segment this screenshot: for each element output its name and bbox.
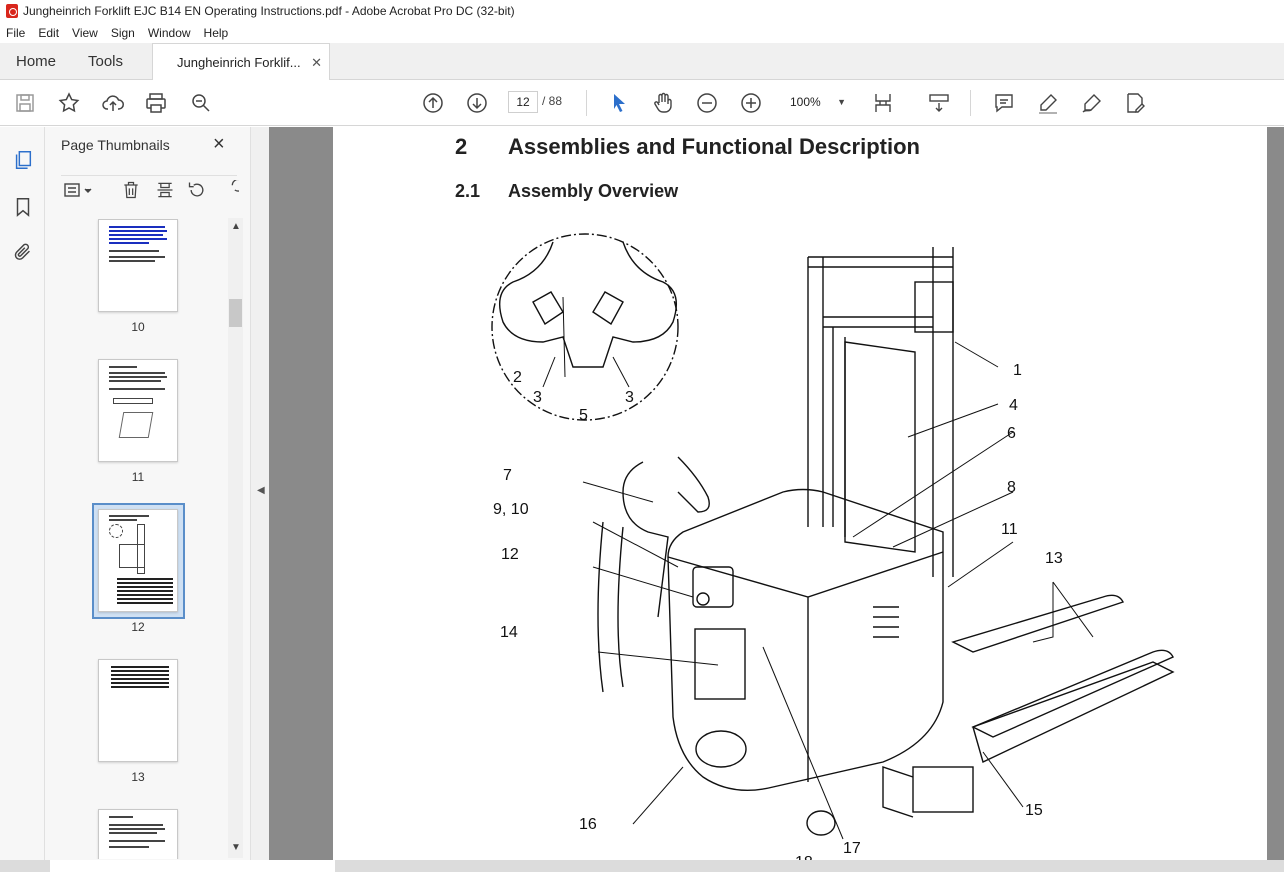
- collapse-left-icon: ◀: [257, 485, 265, 496]
- thumbnail-label: 11: [131, 470, 145, 484]
- callout-label: 16: [579, 816, 597, 833]
- bookmark-star-icon[interactable]: [56, 90, 82, 116]
- zoom-in-icon[interactable]: [738, 90, 764, 116]
- menu-bar: File Edit View Sign Window Help: [0, 22, 1284, 43]
- pdf-page: 2 Assemblies and Functional Description …: [333, 127, 1267, 860]
- menu-edit[interactable]: Edit: [38, 26, 59, 40]
- zoom-search-icon[interactable]: [188, 90, 214, 116]
- acrobat-pdf-icon: [6, 4, 18, 18]
- main-toolbar: 12 / 88 100% ▼: [0, 80, 1284, 126]
- thumbnail-label: 12: [131, 620, 145, 634]
- tab-home[interactable]: Home: [16, 43, 56, 80]
- tab-document[interactable]: Jungheinrich Forklif... ✕: [152, 43, 330, 81]
- thumbnail-list: 10 11 12 13: [45, 219, 235, 859]
- scroll-mode-icon[interactable]: [926, 90, 952, 116]
- hand-tool-icon[interactable]: [650, 90, 676, 116]
- callout-label: 17: [843, 840, 861, 857]
- taskbar-search-area[interactable]: [50, 860, 335, 872]
- callout-label: 2: [513, 369, 522, 386]
- forklift-assembly-illustration: 1 2 3 3 4 5 6 7 8 9, 10 11 12 13 14 15 1…: [491, 233, 1175, 860]
- panel-collapse-handle[interactable]: ◀: [250, 127, 269, 860]
- callout-label: 11: [1001, 521, 1018, 538]
- callout-label: 5: [579, 407, 588, 424]
- print-icon[interactable]: [143, 90, 169, 116]
- menu-sign[interactable]: Sign: [111, 26, 135, 40]
- window-title: Jungheinrich Forklift EJC B14 EN Operati…: [23, 4, 515, 18]
- previous-page-icon[interactable]: [420, 90, 446, 116]
- callout-label: 3: [533, 389, 542, 406]
- callout-label: 1: [1013, 362, 1022, 379]
- callout-label: 13: [1045, 550, 1063, 567]
- fork-base: [912, 766, 974, 813]
- delete-page-icon[interactable]: [119, 178, 143, 202]
- thumbnail-page-12[interactable]: [98, 509, 178, 612]
- draw-freehand-icon[interactable]: [1079, 90, 1105, 116]
- page-total: / 88: [542, 94, 563, 108]
- callout-label: 12: [501, 546, 519, 563]
- thumbnail-page-10[interactable]: [98, 219, 178, 312]
- panel-title: Page Thumbnails: [61, 137, 170, 153]
- callout-label: 15: [1025, 802, 1043, 819]
- fill-sign-icon[interactable]: [1122, 90, 1148, 116]
- thumbnail-toolbar: [61, 175, 239, 203]
- thumbnail-label: 13: [131, 770, 145, 784]
- detail-circle: [491, 233, 679, 421]
- navigation-rail: [0, 127, 45, 872]
- scroll-down-icon[interactable]: ▼: [231, 842, 241, 853]
- menu-help[interactable]: Help: [204, 26, 229, 40]
- bookmarks-icon[interactable]: [10, 194, 36, 220]
- zoom-out-icon[interactable]: [694, 90, 720, 116]
- thumbnail-options-icon[interactable]: [61, 178, 95, 202]
- zoom-level-value: 100%: [790, 95, 821, 109]
- close-tab-icon[interactable]: ✕: [311, 44, 322, 81]
- callout-label: 14: [500, 624, 518, 641]
- menu-window[interactable]: Window: [148, 26, 191, 40]
- window-titlebar: Jungheinrich Forklift EJC B14 EN Operati…: [0, 0, 1284, 22]
- menu-file[interactable]: File: [6, 26, 25, 40]
- page-thumbnails-panel: Page Thumbnails × 10 11 12 13: [45, 127, 250, 860]
- scroll-up-icon[interactable]: ▲: [231, 221, 241, 232]
- attachments-icon[interactable]: [10, 239, 36, 265]
- page-number-input[interactable]: 12: [508, 91, 538, 113]
- page-display-icon[interactable]: [870, 90, 896, 116]
- save-icon[interactable]: [12, 90, 38, 116]
- extract-pages-icon[interactable]: [153, 178, 177, 202]
- upload-cloud-icon[interactable]: [100, 90, 126, 116]
- thumbnail-scrollbar-thumb[interactable]: [229, 299, 242, 327]
- rotate-right-icon[interactable]: [217, 178, 241, 202]
- thumbnail-label: 10: [131, 320, 145, 334]
- fork-upper: [951, 594, 1124, 653]
- next-page-icon[interactable]: [464, 90, 490, 116]
- toolbar-divider: [586, 90, 587, 116]
- tab-tools[interactable]: Tools: [88, 43, 123, 80]
- callout-label: 6: [1007, 425, 1016, 442]
- chevron-down-icon: ▼: [837, 97, 846, 107]
- callout-label: 9, 10: [493, 501, 529, 518]
- tab-bar: Home Tools Jungheinrich Forklif... ✕: [0, 43, 1284, 81]
- menu-view[interactable]: View: [72, 26, 98, 40]
- os-taskbar: [0, 860, 1284, 872]
- comment-icon[interactable]: [991, 90, 1017, 116]
- tab-document-label: Jungheinrich Forklif...: [177, 55, 301, 70]
- close-panel-icon[interactable]: ×: [213, 133, 225, 156]
- display-unit: [692, 566, 734, 608]
- toolbar-divider: [970, 90, 971, 116]
- callout-label: 7: [503, 467, 512, 484]
- rotate-left-icon[interactable]: [185, 178, 209, 202]
- thumbnail-page-14[interactable]: [98, 809, 178, 859]
- thumbnail-page-11[interactable]: [98, 359, 178, 462]
- battery-cover-panel: [694, 628, 746, 700]
- select-cursor-icon[interactable]: [606, 90, 632, 116]
- page-thumbnails-icon[interactable]: [10, 147, 36, 173]
- callout-label: 4: [1009, 397, 1018, 414]
- highlight-pen-icon[interactable]: [1035, 90, 1061, 116]
- document-viewer[interactable]: 2 Assemblies and Functional Description …: [269, 127, 1284, 860]
- zoom-level-select[interactable]: 100% ▼: [782, 91, 852, 113]
- callout-label: 8: [1007, 479, 1016, 496]
- callout-label: 3: [625, 389, 634, 406]
- thumbnail-page-13[interactable]: [98, 659, 178, 762]
- truck-body: [667, 488, 944, 792]
